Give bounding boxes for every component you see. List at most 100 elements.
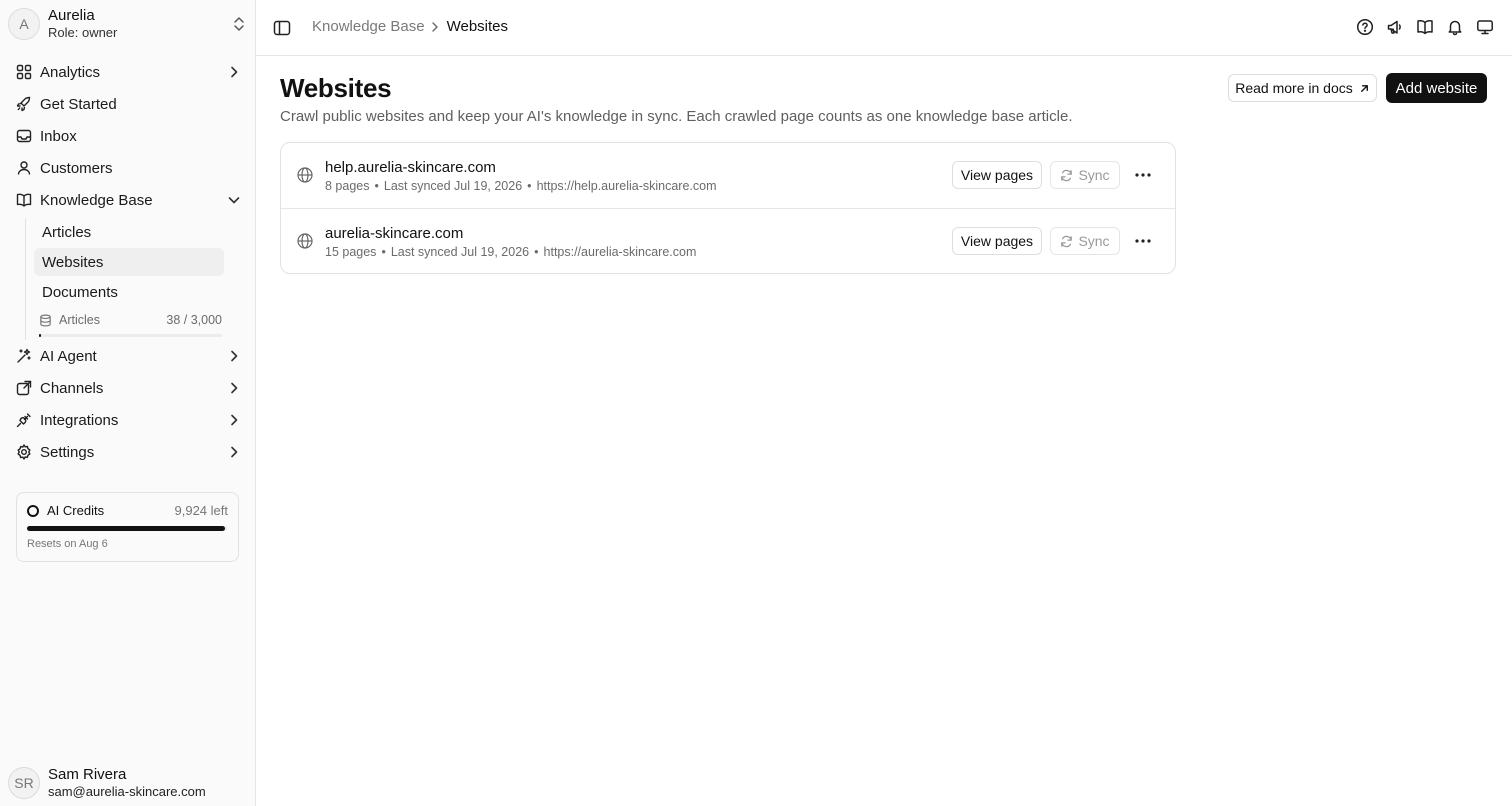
sidebar: A Aurelia Role: owner Analytics Get Star…	[0, 0, 256, 806]
credits-remaining: 9,924 left	[174, 503, 229, 518]
more-options-button[interactable]	[1131, 165, 1155, 185]
refresh-icon	[1061, 235, 1073, 247]
nav-item-inbox[interactable]: Inbox	[8, 120, 248, 152]
chevron-down-icon	[228, 197, 240, 204]
meta-separator: •	[527, 179, 532, 193]
website-pages: 15 pages	[325, 245, 377, 259]
more-options-button[interactable]	[1131, 231, 1155, 251]
chevron-right-icon	[231, 350, 238, 362]
sub-item-websites[interactable]: Websites	[34, 248, 224, 276]
chevron-right-icon	[231, 414, 238, 426]
megaphone-icon[interactable]	[1386, 18, 1404, 36]
nav-item-customers[interactable]: Customers	[8, 152, 248, 184]
nav-item-get-started[interactable]: Get Started	[8, 88, 248, 120]
page-subtitle: Crawl public websites and keep your AI's…	[280, 108, 1073, 125]
globe-icon	[297, 167, 313, 183]
nav-item-channels[interactable]: Channels	[8, 372, 248, 404]
help-icon[interactable]	[1356, 18, 1374, 36]
sparkles-icon	[16, 348, 32, 364]
website-row: aurelia-skincare.com 15 pages • Last synce…	[281, 208, 1175, 273]
breadcrumb-current: Websites	[446, 18, 509, 35]
workspace-avatar: A	[8, 8, 40, 40]
website-domain: help.aurelia-skincare.com	[325, 159, 496, 176]
meta-separator: •	[534, 245, 539, 259]
knowledge-base-submenu: Articles Websites Documents Articles 38 …	[25, 218, 248, 340]
sub-item-articles[interactable]: Articles	[34, 218, 224, 246]
nav-label: Customers	[40, 159, 113, 177]
usage-progress-fill	[39, 334, 42, 337]
usage-progress	[39, 334, 222, 337]
main-nav: Analytics Get Started Inbox Customers Kn…	[8, 56, 248, 468]
page-title: Websites	[280, 73, 392, 103]
website-last-synced: Last synced Jul 19, 2026	[390, 245, 530, 259]
globe-icon	[297, 233, 313, 249]
user-icon	[16, 160, 32, 176]
credits-label: AI Credits	[47, 503, 105, 518]
breadcrumb-parent[interactable]: Knowledge Base	[312, 18, 425, 35]
nav-item-analytics[interactable]: Analytics	[8, 56, 248, 88]
website-meta: 15 pages • Last synced Jul 19, 2026 • https:…	[325, 245, 696, 259]
workspace-role: Role: owner	[48, 25, 118, 40]
view-pages-button[interactable]: View pages	[952, 227, 1042, 255]
sync-label: Sync	[1078, 233, 1110, 249]
user-name: Sam Rivera	[48, 766, 127, 783]
nav-item-ai-agent[interactable]: AI Agent	[8, 340, 248, 372]
nav-label: Inbox	[40, 127, 77, 145]
sub-item-documents[interactable]: Documents	[34, 278, 224, 306]
breadcrumb: Knowledge Base Websites	[312, 18, 508, 35]
add-website-button[interactable]: Add website	[1386, 73, 1487, 103]
chevrons-up-down-icon	[234, 17, 244, 31]
nav-item-settings[interactable]: Settings	[8, 436, 248, 468]
share-icon	[16, 380, 32, 396]
sync-button[interactable]: Sync	[1050, 227, 1120, 255]
chevron-right-icon	[231, 382, 238, 394]
book-icon	[16, 192, 32, 208]
sync-label: Sync	[1078, 167, 1110, 183]
read-docs-button[interactable]: Read more in docs	[1228, 74, 1377, 102]
credits-reset-date: Resets on Aug 6	[27, 538, 108, 550]
topbar: Knowledge Base Websites	[256, 0, 1512, 56]
nav-label: Integrations	[40, 411, 119, 429]
workspace-switcher[interactable]: A Aurelia Role: owner	[8, 7, 248, 41]
read-docs-label: Read more in docs	[1235, 80, 1353, 96]
book-open-icon[interactable]	[1416, 18, 1434, 36]
monitor-icon[interactable]	[1476, 18, 1494, 36]
nav-label: AI Agent	[40, 347, 97, 365]
website-meta: 8 pages • Last synced Jul 19, 2026 • https:/…	[325, 179, 717, 193]
workspace-name: Aurelia	[48, 7, 95, 24]
chevron-right-icon	[431, 21, 438, 32]
database-icon	[40, 314, 51, 326]
nav-item-integrations[interactable]: Integrations	[8, 404, 248, 436]
plug-icon	[16, 412, 32, 428]
meta-separator: •	[374, 179, 379, 193]
avatar: SR	[8, 767, 40, 799]
main-content: Knowledge Base Websites Websites Crawl p…	[256, 0, 1512, 806]
website-list: help.aurelia-skincare.com 8 pages • Last s…	[280, 142, 1176, 274]
view-pages-button[interactable]: View pages	[952, 161, 1042, 189]
inbox-icon	[16, 128, 32, 144]
nav-label: Knowledge Base	[40, 191, 153, 209]
user-email: sam@aurelia-skincare.com	[48, 784, 206, 799]
website-last-synced: Last synced Jul 19, 2026	[383, 179, 523, 193]
chevron-right-icon	[231, 66, 238, 78]
nav-label: Get Started	[40, 95, 117, 113]
sync-button[interactable]: Sync	[1050, 161, 1120, 189]
website-url: https://aurelia-skincare.com	[543, 245, 697, 259]
refresh-icon	[1061, 169, 1073, 181]
more-icon	[1135, 239, 1151, 243]
more-icon	[1135, 173, 1151, 177]
nav-label: Settings	[40, 443, 95, 461]
ai-credits-card[interactable]: AI Credits 9,924 left Resets on Aug 6	[16, 492, 239, 562]
website-pages: 8 pages	[325, 179, 370, 193]
credits-progress	[27, 526, 227, 531]
bell-icon[interactable]	[1446, 18, 1464, 36]
gear-icon	[16, 444, 32, 460]
nav-label: Channels	[40, 379, 104, 397]
website-domain: aurelia-skincare.com	[325, 225, 464, 242]
nav-item-knowledge-base[interactable]: Knowledge Base	[8, 184, 248, 216]
credits-progress-fill	[27, 526, 225, 531]
grid-icon	[16, 64, 32, 80]
user-menu[interactable]: SR Sam Rivera sam@aurelia-skincare.com	[8, 766, 248, 800]
website-url: https://help.aurelia-skincare.com	[536, 179, 717, 193]
sidebar-toggle-icon[interactable]	[273, 19, 291, 37]
